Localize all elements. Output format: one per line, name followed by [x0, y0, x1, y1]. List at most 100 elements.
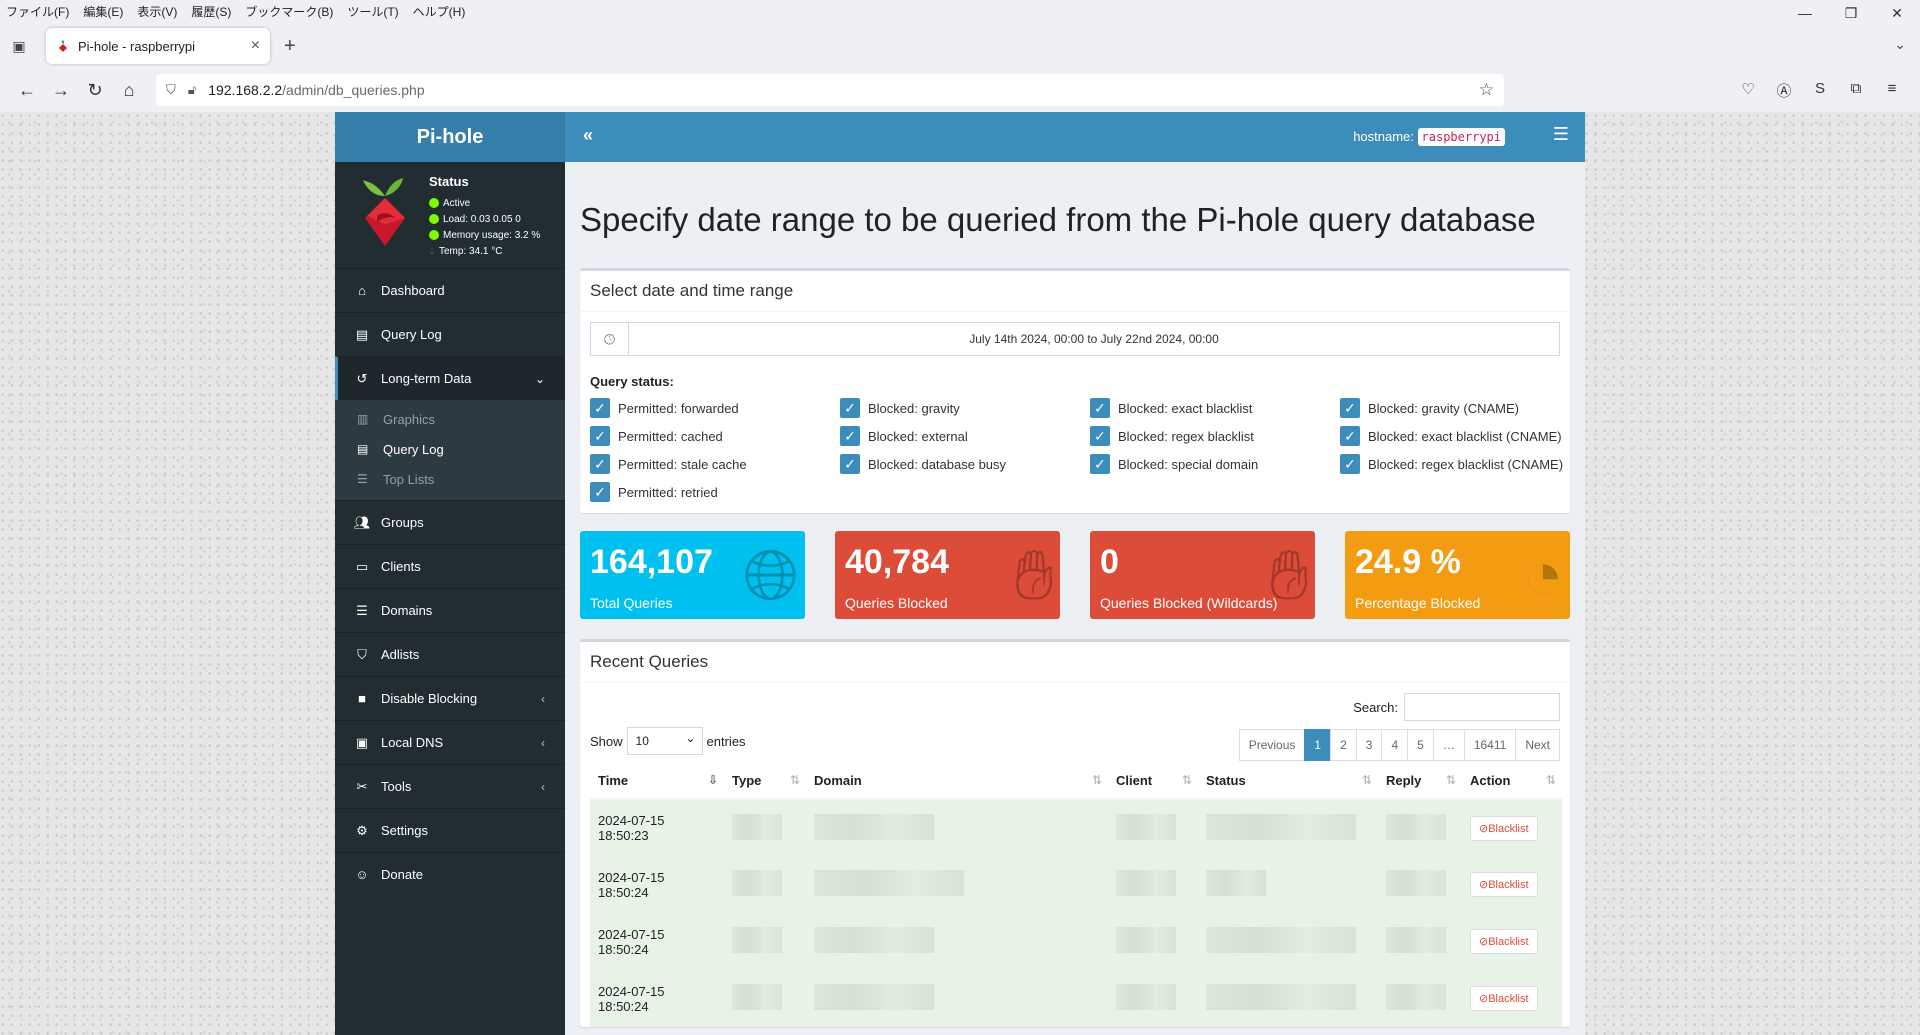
column-header-domain[interactable]: Domain ⇅ — [806, 763, 1108, 800]
date-range-picker[interactable]: 🕓︎ July 14th 2024, 00:00 to July 22nd 20… — [590, 322, 1560, 356]
sidebar-item-groups[interactable]: 👥︎ Groups — [335, 500, 565, 544]
checkbox-blocked-regex-blacklist[interactable]: ✓ Blocked: regex blacklist — [1090, 425, 1340, 447]
menu-edit[interactable]: 編集(E) — [83, 3, 123, 20]
extension-s-icon[interactable]: S — [1802, 80, 1838, 101]
checkbox-label: Permitted: forwarded — [618, 400, 739, 416]
column-header-client[interactable]: Client ⇅ — [1108, 763, 1198, 800]
home-icon[interactable]: ⌂ — [112, 80, 146, 101]
search-input[interactable] — [1404, 693, 1560, 721]
menu-bookmarks[interactable]: ブックマーク(B) — [245, 3, 333, 20]
sort-icon: ⇅ — [789, 773, 800, 787]
lock-insecure-icon[interactable]: 🔓︎ — [188, 82, 196, 98]
load-dot-icon — [429, 214, 439, 224]
sidebar-item-clients[interactable]: ▭ Clients — [335, 544, 565, 588]
sidebar-item-label: Adlists — [381, 647, 420, 662]
cell-client-redacted — [1108, 856, 1198, 913]
table-row: 2024-07-15 18:50:23 ⊘Blacklist — [590, 799, 1562, 856]
chevron-down-icon[interactable]: ⌄ — [1894, 36, 1906, 53]
date-range-value[interactable]: July 14th 2024, 00:00 to July 22nd 2024,… — [629, 323, 1559, 355]
account-icon[interactable]: Ⓐ — [1766, 80, 1802, 101]
entries-select[interactable]: 10 — [626, 725, 703, 755]
sidebar-item-disable-blocking[interactable]: ■ Disable Blocking ‹ — [335, 676, 565, 720]
sidebar-item-adlists[interactable]: ⛉ Adlists — [335, 632, 565, 676]
blacklist-button[interactable]: ⊘Blacklist — [1470, 815, 1538, 841]
new-tab-icon[interactable]: + — [284, 35, 296, 58]
sidebar-item-long-term-data[interactable]: ↺ Long-term Data ⌄ — [335, 356, 565, 400]
checkbox-blocked-special-domain[interactable]: ✓ Blocked: special domain — [1090, 453, 1340, 475]
menu-help[interactable]: ヘルプ(H) — [413, 3, 466, 20]
checkbox-blocked-database-busy[interactable]: ✓ Blocked: database busy — [840, 453, 1090, 475]
sidebar-item-settings[interactable]: ⚙ Settings — [335, 808, 565, 852]
checkbox-blocked-gravity-cname[interactable]: ✓ Blocked: gravity (CNAME) — [1340, 397, 1570, 419]
tab-close-icon[interactable]: × — [251, 37, 260, 55]
sidebar-subitem-query-log[interactable]: ▤ Query Log — [335, 434, 565, 464]
blacklist-button[interactable]: ⊘Blacklist — [1470, 929, 1538, 954]
pagination-previous[interactable]: Previous — [1238, 729, 1306, 761]
blacklist-button-label: Blacklist — [1488, 879, 1529, 891]
sort-icon: ⇅ — [1091, 773, 1102, 787]
menu-icon[interactable]: ≡ — [1874, 80, 1910, 101]
back-icon[interactable]: ← — [10, 80, 44, 101]
checkmark-icon: ✓ — [840, 454, 860, 474]
sidebar-item-dashboard[interactable]: ⌂ Dashboard — [335, 268, 565, 312]
shield-icon[interactable]: ⛉ — [166, 82, 176, 98]
pagination-page[interactable]: 1 — [1304, 729, 1332, 761]
blacklist-button[interactable]: ⊘Blacklist — [1470, 872, 1538, 897]
pagination-page[interactable]: 5 — [1407, 729, 1434, 761]
collapse-sidebar-icon[interactable]: « — [583, 125, 593, 146]
column-header-time[interactable]: Time ⇩ — [590, 763, 724, 800]
reload-icon[interactable]: ↻ — [78, 80, 112, 101]
pagination-page[interactable]: 4 — [1381, 729, 1409, 761]
bookmark-star-icon[interactable]: ☆ — [1479, 80, 1494, 100]
checkmark-icon: ✓ — [840, 398, 860, 418]
redacted-block — [1386, 813, 1446, 840]
pagination-page[interactable]: 16411 — [1463, 729, 1517, 761]
sidebar-item-local-dns[interactable]: ▣ Local DNS ‹ — [335, 720, 565, 764]
column-header-type[interactable]: Type ⇅ — [724, 763, 806, 800]
brand-logo[interactable]: Pi-hole — [335, 112, 565, 162]
sidebar-item-donate[interactable]: ☺ Donate — [335, 852, 565, 896]
column-header-action[interactable]: Action ⇅ — [1462, 763, 1562, 800]
forward-icon[interactable]: → — [44, 80, 78, 101]
browser-tab[interactable]: Pi-hole - raspberrypi × — [46, 28, 270, 64]
menu-file[interactable]: ファイル(F) — [6, 3, 69, 20]
checkbox-permitted-forwarded[interactable]: ✓ Permitted: forwarded — [590, 397, 840, 419]
entries-control: Show 10 entries — [590, 725, 746, 755]
column-header-reply[interactable]: Reply ⇅ — [1378, 763, 1462, 800]
checkbox-blocked-exact-blacklist-cname[interactable]: ✓ Blocked: exact blacklist (CNAME) — [1340, 425, 1570, 447]
checkbox-blocked-external[interactable]: ✓ Blocked: external — [840, 425, 1090, 447]
blacklist-button[interactable]: ⊘Blacklist — [1470, 986, 1538, 1011]
checkbox-permitted-stale-cache[interactable]: ✓ Permitted: stale cache — [590, 453, 840, 475]
pocket-icon[interactable]: ♡ — [1730, 80, 1766, 101]
column-header-status[interactable]: Status ⇅ — [1198, 763, 1378, 800]
checkbox-permitted-cached[interactable]: ✓ Permitted: cached — [590, 425, 840, 447]
sidebar-item-label: Tools — [381, 779, 412, 794]
sidebar-item-query-log[interactable]: ▤ Query Log — [335, 312, 565, 356]
show-label: Show — [590, 733, 623, 749]
pagination-ellipsis: … — [1432, 729, 1465, 761]
pagination-page[interactable]: 2 — [1330, 729, 1357, 761]
checkmark-icon: ✓ — [1340, 426, 1360, 446]
menu-tools[interactable]: ツール(T) — [347, 3, 398, 20]
redacted-block — [732, 813, 782, 840]
tab-list-icon[interactable]: ▣ — [0, 38, 38, 55]
sidebar-subitem-top-lists[interactable]: ☰ Top Lists — [335, 464, 565, 494]
sidebar-subitem-graphics[interactable]: ▥ Graphics — [335, 404, 565, 434]
chevron-left-icon: ‹ — [541, 735, 545, 750]
sidebar-item-tools[interactable]: ✂ Tools ‹ — [335, 764, 565, 808]
extensions-icon[interactable]: ⧉ — [1838, 80, 1874, 101]
checkbox-blocked-regex-blacklist-cname[interactable]: ✓ Blocked: regex blacklist (CNAME) — [1340, 453, 1570, 475]
query-status-label: Query status: — [590, 374, 674, 389]
checkbox-blocked-gravity[interactable]: ✓ Blocked: gravity — [840, 397, 1090, 419]
pagination-next[interactable]: Next — [1515, 729, 1560, 761]
stat-value: 0 — [1100, 543, 1119, 581]
redacted-block — [814, 927, 934, 953]
menu-history[interactable]: 履歴(S) — [191, 3, 231, 20]
url-bar[interactable]: ⛉ 🔓︎ 192.168.2.2/admin/db_queries.php ☆ — [156, 74, 1504, 106]
sidebar-item-domains[interactable]: ☰ Domains — [335, 588, 565, 632]
menu-view[interactable]: 表示(V) — [137, 3, 177, 20]
checkbox-permitted-retried[interactable]: ✓ Permitted: retried — [590, 481, 840, 503]
checkbox-blocked-exact-blacklist[interactable]: ✓ Blocked: exact blacklist — [1090, 397, 1340, 419]
pagination-page[interactable]: 3 — [1355, 729, 1383, 761]
hamburger-menu-icon[interactable]: ☰ — [1553, 124, 1569, 145]
